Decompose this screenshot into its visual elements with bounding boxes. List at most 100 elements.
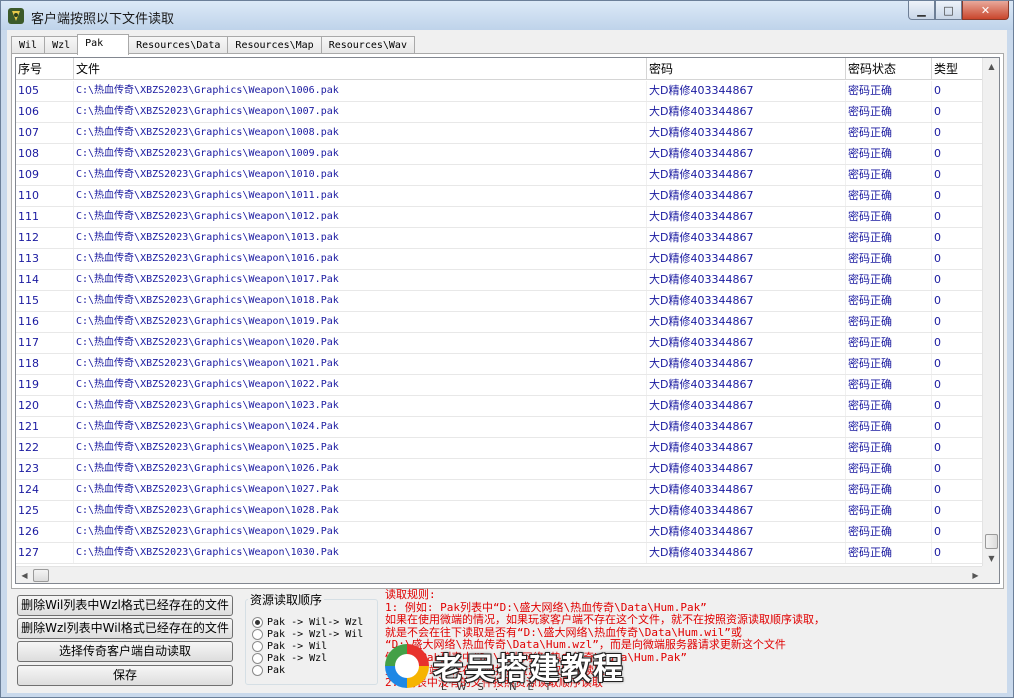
- cell-file: C:\热血传奇\XBZS2023\Graphics\Weapon\1028.Pa…: [74, 501, 647, 521]
- table-row[interactable]: 118 C:\热血传奇\XBZS2023\Graphics\Weapon\1021…: [16, 354, 984, 375]
- cell-password-status: 密码正确: [846, 81, 932, 101]
- table-row[interactable]: 110 C:\热血传奇\XBZS2023\Graphics\Weapon\1011…: [16, 186, 984, 207]
- rule-line: 读取规则:: [385, 588, 436, 601]
- horizontal-scrollbar[interactable]: ◀ ▶: [16, 566, 984, 583]
- scroll-down-arrow-icon[interactable]: ▼: [983, 550, 999, 567]
- tab-wzl[interactable]: Wzl: [44, 36, 79, 54]
- cell-type: 0: [932, 417, 984, 437]
- cell-password-status: 密码正确: [846, 354, 932, 374]
- order-option-1[interactable]: Pak -> Wil-> Wzl: [252, 616, 363, 628]
- cell-file: C:\热血传奇\XBZS2023\Graphics\Weapon\1024.Pa…: [74, 417, 647, 437]
- delete-wil-duplicates-button[interactable]: 删除Wil列表中Wzl格式已经存在的文件: [17, 595, 233, 616]
- table-row[interactable]: 112 C:\热血传奇\XBZS2023\Graphics\Weapon\1013…: [16, 228, 984, 249]
- scroll-left-arrow-icon[interactable]: ◀: [16, 567, 33, 583]
- vertical-scrollbar[interactable]: ▲ ▼: [982, 58, 999, 567]
- cell-password-status: 密码正确: [846, 522, 932, 542]
- cell-type: 0: [932, 522, 984, 542]
- tab-bar: Wil Wzl Pak Resources\Data Resources\Map…: [11, 34, 415, 55]
- read-order-group: 资源读取顺序 Pak -> Wil-> Wzl Pak -> Wzl-> Wil…: [245, 591, 378, 685]
- table-row[interactable]: 111 C:\热血传奇\XBZS2023\Graphics\Weapon\1012…: [16, 207, 984, 228]
- cell-file: C:\热血传奇\XBZS2023\Graphics\Weapon\1023.Pa…: [74, 396, 647, 416]
- watermark-logo: 老吴搭建教程 LWS.NET: [385, 640, 645, 694]
- cell-type: 0: [932, 501, 984, 521]
- tab-resources-data[interactable]: Resources\Data: [128, 36, 229, 54]
- vertical-scroll-thumb[interactable]: [985, 534, 998, 549]
- cell-index: 115: [16, 291, 74, 311]
- table-row[interactable]: 124 C:\热血传奇\XBZS2023\Graphics\Weapon\1027…: [16, 480, 984, 501]
- table-row[interactable]: 122 C:\热血传奇\XBZS2023\Graphics\Weapon\1025…: [16, 438, 984, 459]
- cell-password: 大D精修403344867: [647, 459, 846, 479]
- radio-icon[interactable]: [252, 628, 263, 640]
- cell-file: C:\热血传奇\XBZS2023\Graphics\Weapon\1029.Pa…: [74, 522, 647, 542]
- save-button[interactable]: 保存: [17, 665, 233, 686]
- table-row[interactable]: 117 C:\热血传奇\XBZS2023\Graphics\Weapon\1020…: [16, 333, 984, 354]
- delete-wzl-duplicates-button[interactable]: 删除Wzl列表中Wil格式已经存在的文件: [17, 618, 233, 639]
- cell-password: 大D精修403344867: [647, 522, 846, 542]
- table-row[interactable]: 116 C:\热血传奇\XBZS2023\Graphics\Weapon\1019…: [16, 312, 984, 333]
- cell-index: 122: [16, 438, 74, 458]
- order-option-5[interactable]: Pak: [252, 664, 285, 676]
- table-row[interactable]: 121 C:\热血传奇\XBZS2023\Graphics\Weapon\1024…: [16, 417, 984, 438]
- cell-password-status: 密码正确: [846, 396, 932, 416]
- cell-file: C:\热血传奇\XBZS2023\Graphics\Weapon\1026.Pa…: [74, 459, 647, 479]
- table-row[interactable]: 119 C:\热血传奇\XBZS2023\Graphics\Weapon\1022…: [16, 375, 984, 396]
- tab-resources-wav[interactable]: Resources\Wav: [320, 36, 415, 54]
- horizontal-scroll-thumb[interactable]: [33, 569, 49, 582]
- cell-password: 大D精修403344867: [647, 249, 846, 269]
- maximize-button[interactable]: □: [935, 1, 962, 20]
- table-row[interactable]: 107 C:\热血传奇\XBZS2023\Graphics\Weapon\1008…: [16, 123, 984, 144]
- close-button[interactable]: ✕: [962, 1, 1009, 20]
- table-row[interactable]: 113 C:\热血传奇\XBZS2023\Graphics\Weapon\1016…: [16, 249, 984, 270]
- column-header-password-status[interactable]: 密码状态: [846, 58, 932, 80]
- radio-icon[interactable]: [252, 664, 263, 676]
- table-row[interactable]: 120 C:\热血传奇\XBZS2023\Graphics\Weapon\1023…: [16, 396, 984, 417]
- scrollbar-corner: [982, 566, 999, 583]
- cell-password: 大D精修403344867: [647, 543, 846, 563]
- cell-type: 0: [932, 249, 984, 269]
- scroll-up-arrow-icon[interactable]: ▲: [983, 58, 999, 75]
- order-option-2[interactable]: Pak -> Wzl-> Wil: [252, 628, 363, 640]
- cell-type: 0: [932, 270, 984, 290]
- cell-index: 125: [16, 501, 74, 521]
- table-row[interactable]: 127 C:\热血传奇\XBZS2023\Graphics\Weapon\1030…: [16, 543, 984, 564]
- cell-type: 0: [932, 207, 984, 227]
- cell-file: C:\热血传奇\XBZS2023\Graphics\Weapon\1020.Pa…: [74, 333, 647, 353]
- table-row[interactable]: 125 C:\热血传奇\XBZS2023\Graphics\Weapon\1028…: [16, 501, 984, 522]
- tab-wil[interactable]: Wil: [11, 36, 46, 54]
- tab-resources-map[interactable]: Resources\Map: [227, 36, 322, 54]
- table-row[interactable]: 114 C:\热血传奇\XBZS2023\Graphics\Weapon\1017…: [16, 270, 984, 291]
- file-list-view[interactable]: 序号 文件 密码 密码状态 类型 105 C:\热血传奇\XBZS2023\Gra…: [15, 57, 1000, 584]
- cell-index: 121: [16, 417, 74, 437]
- table-row[interactable]: 115 C:\热血传奇\XBZS2023\Graphics\Weapon\1018…: [16, 291, 984, 312]
- tab-pak[interactable]: Pak: [77, 34, 130, 55]
- cell-file: C:\热血传奇\XBZS2023\Graphics\Weapon\1009.pa…: [74, 144, 647, 164]
- order-option-4[interactable]: Pak -> Wzl: [252, 652, 327, 664]
- order-option-label: Pak: [267, 664, 286, 676]
- table-row[interactable]: 106 C:\热血传奇\XBZS2023\Graphics\Weapon\1007…: [16, 102, 984, 123]
- radio-selected-icon[interactable]: [252, 616, 263, 628]
- cell-type: 0: [932, 186, 984, 206]
- table-row[interactable]: 105 C:\热血传奇\XBZS2023\Graphics\Weapon\1006…: [16, 81, 984, 102]
- cell-password-status: 密码正确: [846, 123, 932, 143]
- cell-index: 120: [16, 396, 74, 416]
- table-row[interactable]: 108 C:\热血传奇\XBZS2023\Graphics\Weapon\1009…: [16, 144, 984, 165]
- cell-password: 大D精修403344867: [647, 501, 846, 521]
- column-header-index[interactable]: 序号: [16, 58, 74, 80]
- cell-password-status: 密码正确: [846, 102, 932, 122]
- radio-icon[interactable]: [252, 640, 263, 652]
- column-header-file[interactable]: 文件: [74, 58, 647, 80]
- cell-password-status: 密码正确: [846, 144, 932, 164]
- order-option-3[interactable]: Pak -> Wil: [252, 640, 327, 652]
- table-row[interactable]: 126 C:\热血传奇\XBZS2023\Graphics\Weapon\1029…: [16, 522, 984, 543]
- title-bar[interactable]: 客户端按照以下文件读取 ▁ □ ✕: [1, 1, 1013, 30]
- cell-password: 大D精修403344867: [647, 165, 846, 185]
- table-row[interactable]: 109 C:\热血传奇\XBZS2023\Graphics\Weapon\1010…: [16, 165, 984, 186]
- table-row[interactable]: 123 C:\热血传奇\XBZS2023\Graphics\Weapon\1026…: [16, 459, 984, 480]
- radio-icon[interactable]: [252, 652, 263, 664]
- minimize-button[interactable]: ▁: [908, 1, 935, 20]
- cell-index: 119: [16, 375, 74, 395]
- column-header-type[interactable]: 类型: [932, 58, 984, 80]
- select-client-button[interactable]: 选择传奇客户端自动读取: [17, 641, 233, 662]
- app-window: 客户端按照以下文件读取 ▁ □ ✕ Wil Wzl Pak Resources\…: [0, 0, 1014, 698]
- column-header-password[interactable]: 密码: [647, 58, 846, 80]
